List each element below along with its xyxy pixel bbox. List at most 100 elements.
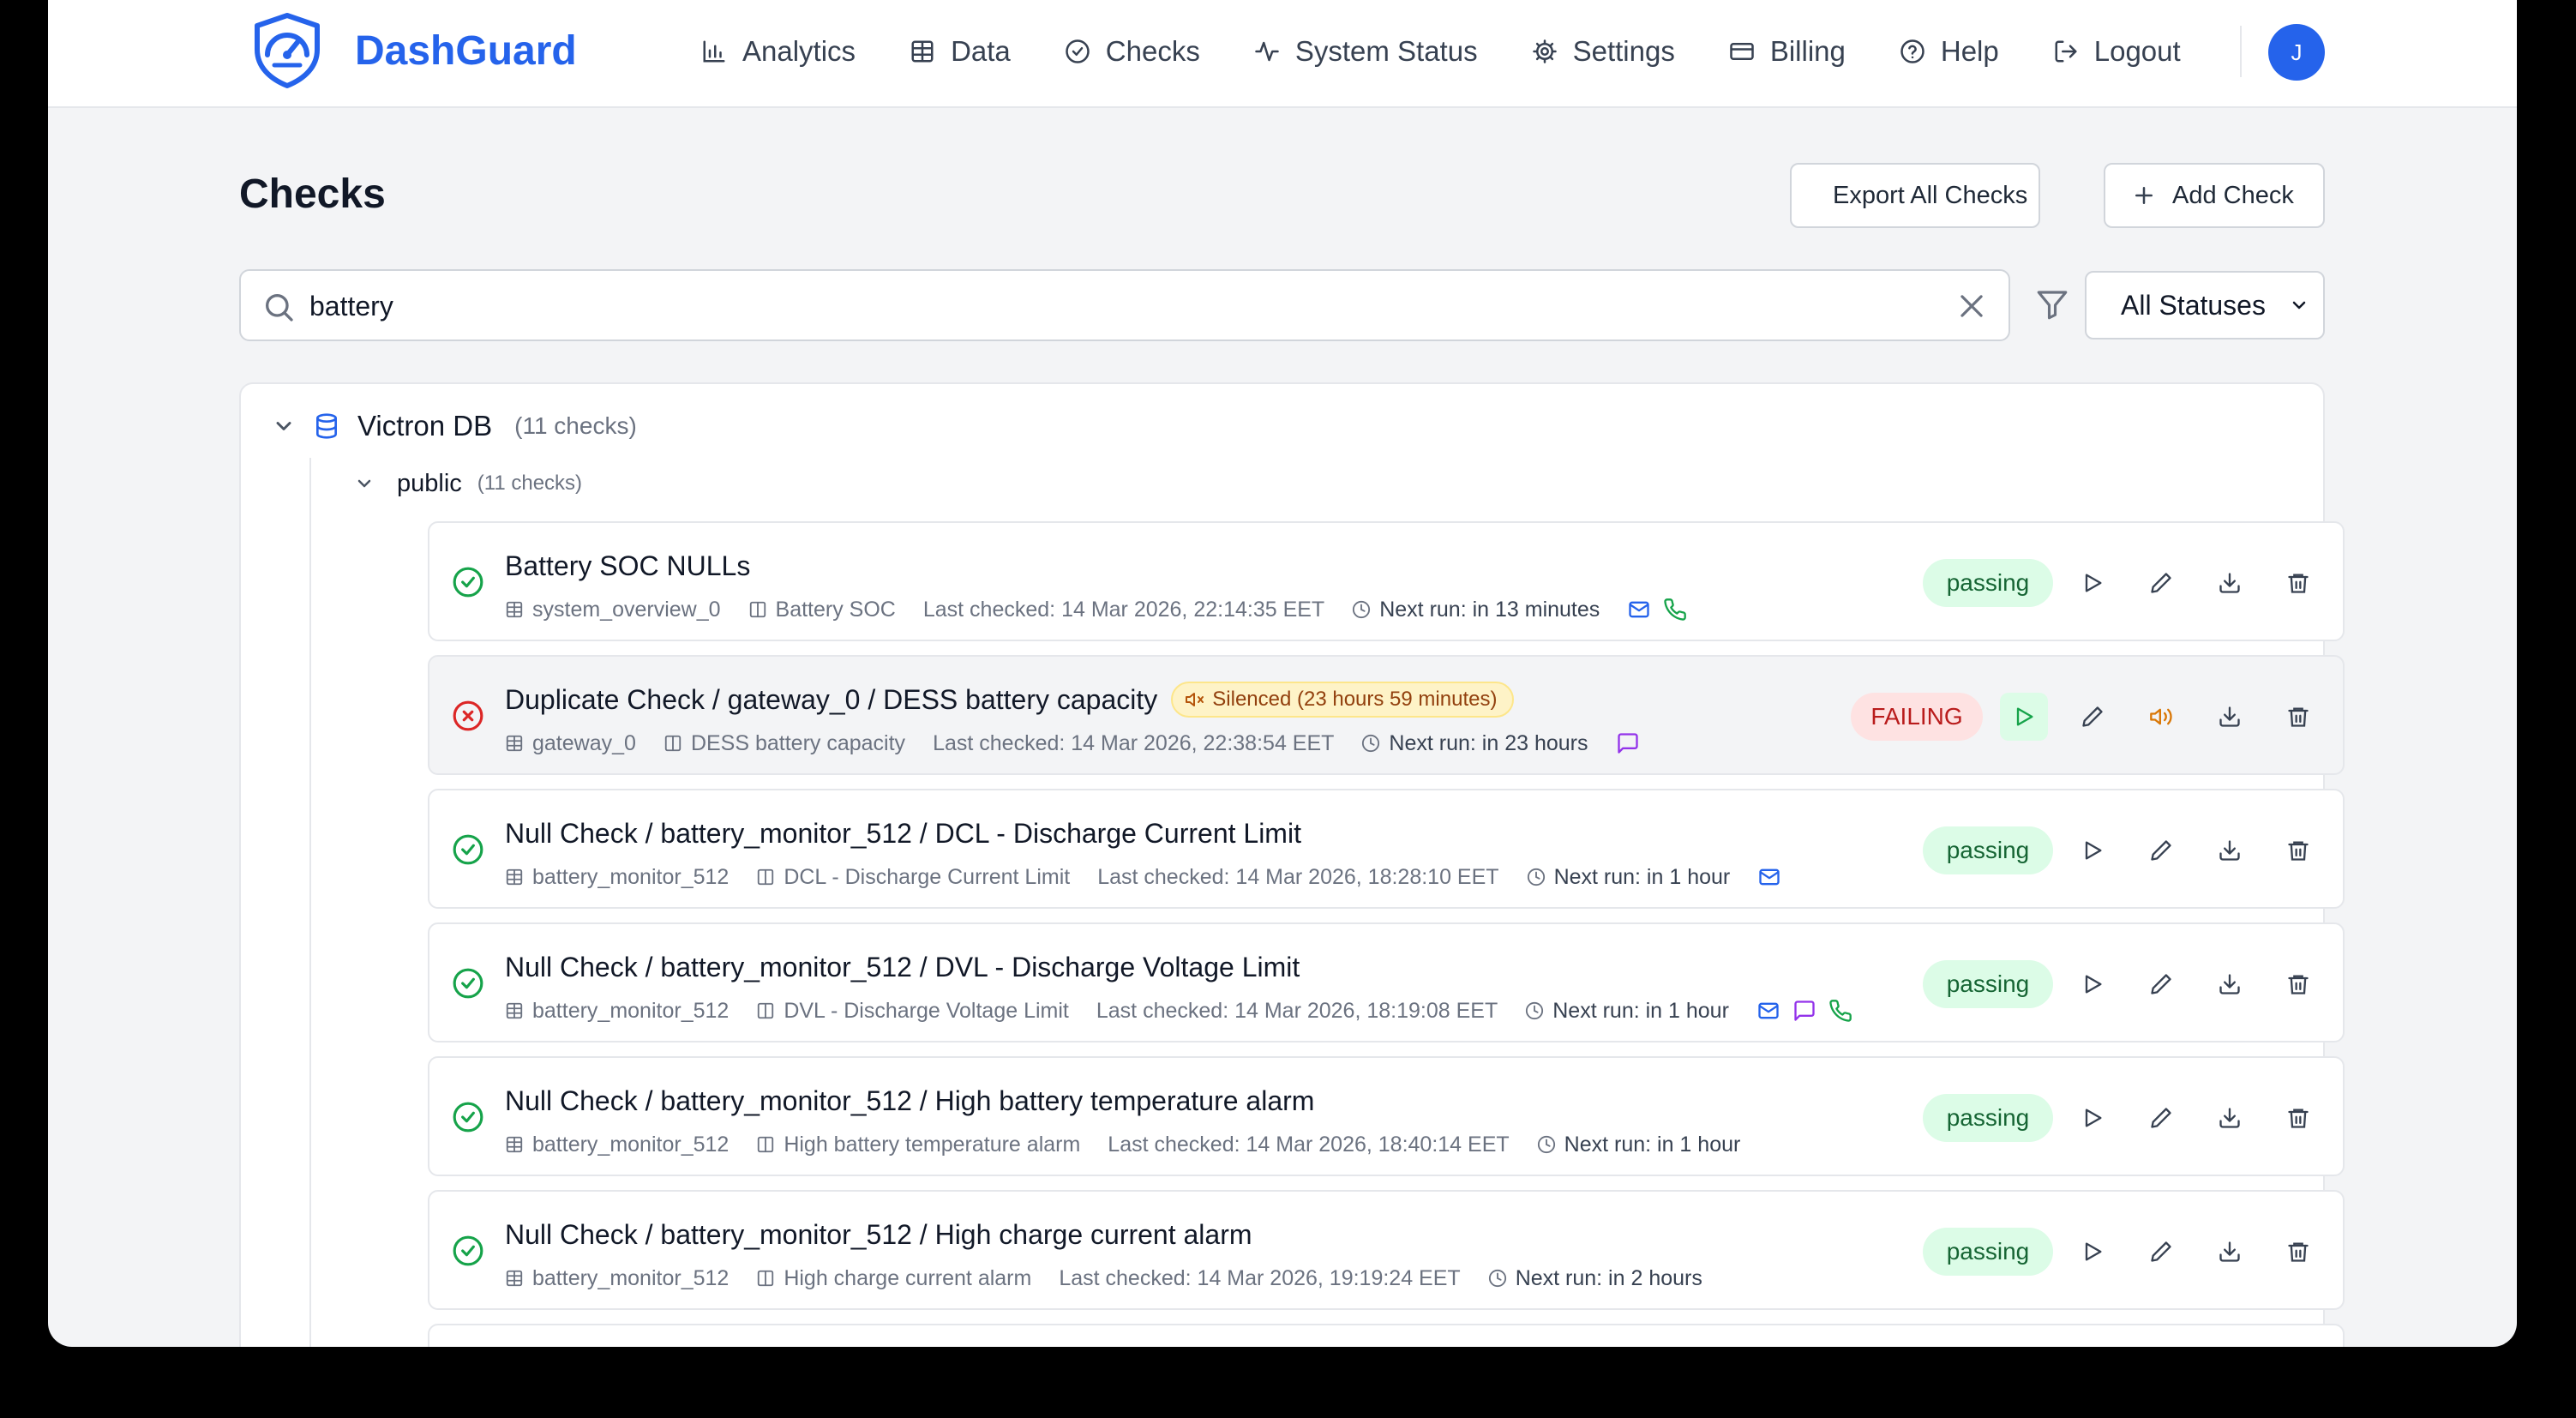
pencil-icon <box>2082 706 2103 727</box>
play-icon <box>2085 1109 2102 1127</box>
check-title[interactable]: Null Check / battery_monitor_512 / High … <box>505 1085 1314 1117</box>
check-title[interactable]: Null Check / battery_monitor_512 / DCL -… <box>505 818 1301 850</box>
check-column-name: DCL - Discharge Current Limit <box>784 864 1071 889</box>
check-table-name: battery_monitor_512 <box>532 998 730 1023</box>
nav-system-status[interactable]: System Status <box>1254 31 1478 72</box>
nav-settings[interactable]: Settings <box>1532 31 1675 72</box>
schema-group-header[interactable]: public (11 checks) <box>354 466 582 501</box>
last-checked: Last checked: 14 Mar 2026, 22:38:54 EET <box>933 730 1335 755</box>
next-run: Next run: in 1 hour <box>1552 998 1729 1023</box>
check-column-name: High charge current alarm <box>784 1265 1032 1290</box>
table-icon <box>506 1136 523 1153</box>
play-icon <box>2085 574 2102 592</box>
status-filter-select[interactable]: All Statuses <box>2085 271 2325 339</box>
dashguard-logo-icon[interactable] <box>249 12 326 89</box>
check-row[interactable]: Duplicate Check / gateway_0 / DESS batte… <box>428 655 2345 775</box>
status-badge: passing <box>1923 960 2053 1008</box>
next-run: Next run: in 2 hours <box>1515 1265 1702 1290</box>
filter-icon[interactable] <box>2034 286 2070 322</box>
gear-icon <box>1532 39 1557 63</box>
delete-check-button[interactable] <box>2274 960 2322 1008</box>
edit-check-button[interactable] <box>2137 826 2185 874</box>
edit-check-button[interactable] <box>2137 960 2185 1008</box>
download-icon <box>2219 573 2240 593</box>
main-nav: Analytics Data Checks System Status Sett… <box>701 31 2181 72</box>
status-badge: passing <box>1923 559 2053 607</box>
delete-check-button[interactable] <box>2274 1228 2322 1276</box>
export-all-checks-button[interactable]: Export All Checks <box>1790 163 2040 228</box>
clock-icon <box>1362 734 1380 753</box>
check-row[interactable]: Null Check / battery_monitor_512 / High … <box>428 1190 2345 1310</box>
plus-icon <box>2135 187 2153 204</box>
nav-checks[interactable]: Checks <box>1065 31 1200 72</box>
delete-check-button[interactable] <box>2274 826 2322 874</box>
delete-check-button[interactable] <box>2274 1094 2322 1142</box>
nav-analytics[interactable]: Analytics <box>701 31 856 72</box>
download-check-button[interactable] <box>2206 960 2254 1008</box>
nav-analytics-label: Analytics <box>742 35 856 67</box>
download-icon <box>2219 840 2240 861</box>
user-avatar[interactable]: J <box>2268 24 2325 81</box>
add-check-button[interactable]: Add Check <box>2104 163 2325 228</box>
credit-card-icon <box>1730 43 1754 60</box>
trash-icon <box>2288 841 2309 861</box>
download-icon <box>2219 974 2240 994</box>
edit-check-button[interactable] <box>2069 693 2117 741</box>
unsilence-button[interactable] <box>2137 693 2185 741</box>
download-check-button[interactable] <box>2206 559 2254 607</box>
chevron-down-icon[interactable] <box>272 414 296 438</box>
check-circle-icon <box>453 968 483 999</box>
clear-search-icon[interactable] <box>1955 290 1988 322</box>
edit-check-button[interactable] <box>2137 1228 2185 1276</box>
check-row[interactable]: Null Check / battery_monitor_512 / DVL -… <box>428 922 2345 1042</box>
run-check-button[interactable] <box>2069 960 2117 1008</box>
database-check-count: (11 checks) <box>514 412 637 439</box>
check-row[interactable]: Battery SOC NULLs system_overview_0 Batt… <box>428 521 2345 641</box>
run-check-button[interactable] <box>2069 1094 2117 1142</box>
download-check-button[interactable] <box>2206 1228 2254 1276</box>
clock-icon <box>1526 1001 1544 1020</box>
download-check-button[interactable] <box>2206 1094 2254 1142</box>
schema-name: public <box>397 469 462 497</box>
tree-guide-line <box>309 458 311 1347</box>
check-list: Battery SOC NULLs system_overview_0 Batt… <box>428 521 2345 1347</box>
nav-help-label: Help <box>1940 35 1999 67</box>
status-badge: passing <box>1923 826 2053 874</box>
run-check-button[interactable] <box>2069 1228 2117 1276</box>
edit-check-button[interactable] <box>2137 559 2185 607</box>
delete-check-button[interactable] <box>2274 693 2322 741</box>
nav-logout[interactable]: Logout <box>2053 31 2181 72</box>
download-check-button[interactable] <box>2206 693 2254 741</box>
brand-name[interactable]: DashGuard <box>355 25 577 78</box>
search-input[interactable] <box>309 283 1921 329</box>
pencil-icon <box>2151 1241 2171 1262</box>
edit-check-button[interactable] <box>2137 1094 2185 1142</box>
column-icon <box>664 735 682 752</box>
run-check-button[interactable] <box>2069 826 2117 874</box>
download-check-button[interactable] <box>2206 826 2254 874</box>
run-check-button[interactable] <box>2069 559 2117 607</box>
nav-logout-label: Logout <box>2093 35 2181 67</box>
run-check-button[interactable] <box>2000 693 2048 741</box>
check-row[interactable]: Null Check / battery_monitor_512 / High … <box>428 1056 2345 1176</box>
nav-billing[interactable]: Billing <box>1729 31 1846 72</box>
chevron-down-icon[interactable] <box>354 473 375 494</box>
database-group-header[interactable]: Victron DB (11 checks) <box>272 405 637 448</box>
clock-icon <box>1353 600 1371 619</box>
download-icon <box>2219 1108 2240 1128</box>
check-title[interactable]: Null Check / battery_monitor_512 / DVL -… <box>505 952 1300 983</box>
check-title[interactable]: Null Check / battery_monitor_512 / High … <box>505 1219 1252 1251</box>
check-title[interactable]: Duplicate Check / gateway_0 / DESS batte… <box>505 684 1157 716</box>
check-title[interactable]: Battery SOC NULLs <box>505 550 750 582</box>
next-run: Next run: in 23 hours <box>1389 730 1588 755</box>
nav-divider <box>2240 26 2242 77</box>
check-row[interactable] <box>428 1324 2345 1347</box>
column-icon <box>758 1002 774 1019</box>
check-row[interactable]: Null Check / battery_monitor_512 / DCL -… <box>428 789 2345 909</box>
delete-check-button[interactable] <box>2274 559 2322 607</box>
silenced-badge: Silenced (23 hours 59 minutes) <box>1171 682 1515 718</box>
nav-data[interactable]: Data <box>910 31 1011 72</box>
phone-icon <box>1829 1000 1852 1022</box>
check-column-name: DESS battery capacity <box>690 730 906 755</box>
nav-help[interactable]: Help <box>1900 31 1999 72</box>
